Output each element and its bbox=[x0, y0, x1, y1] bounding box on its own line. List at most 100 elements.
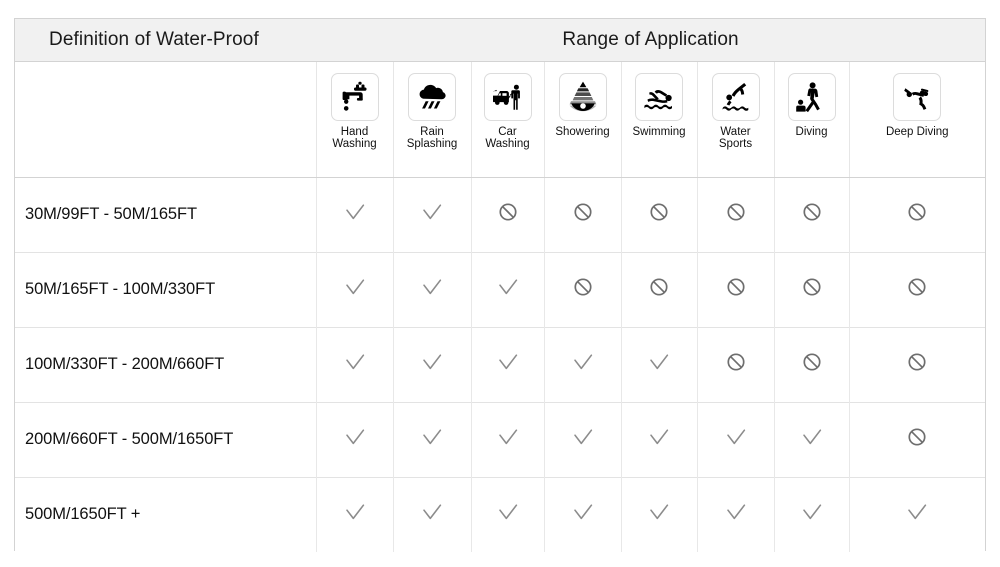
water-proof-table: Definition of Water-Proof Range of Appli… bbox=[15, 19, 986, 552]
check-icon bbox=[342, 424, 368, 450]
prohibited-icon bbox=[725, 201, 747, 223]
car-washing-icon bbox=[483, 72, 532, 121]
cell-rain-splashing bbox=[392, 176, 471, 252]
definition-of-waterproof-title: Definition of Water-Proof bbox=[49, 28, 259, 50]
shower-head-icon bbox=[558, 72, 607, 121]
cell-rain-splashing bbox=[392, 476, 471, 552]
check-icon bbox=[495, 274, 521, 300]
check-icon bbox=[342, 199, 368, 225]
check-icon bbox=[646, 499, 672, 525]
cell-water-sports bbox=[696, 251, 774, 327]
prohibited-icon bbox=[497, 201, 519, 223]
cell-diving bbox=[773, 401, 849, 477]
check-icon bbox=[570, 424, 596, 450]
cell-car-washing bbox=[470, 176, 544, 252]
check-icon bbox=[646, 424, 672, 450]
swimmer-icon bbox=[635, 72, 683, 121]
cell-hand-washing bbox=[315, 251, 393, 327]
table-row: 50M/165FT - 100M/330FT bbox=[15, 251, 986, 327]
row-label-depth-range: 30M/99FT - 50M/165FT bbox=[15, 176, 316, 252]
cell-hand-washing bbox=[315, 476, 393, 552]
cell-water-sports bbox=[696, 176, 774, 252]
check-icon bbox=[342, 274, 368, 300]
check-icon bbox=[495, 424, 521, 450]
prohibited-icon bbox=[572, 276, 594, 298]
check-icon bbox=[904, 499, 930, 525]
water-sports-diving-board-icon bbox=[711, 72, 760, 121]
check-icon bbox=[419, 274, 445, 300]
cell-car-washing bbox=[470, 251, 544, 327]
check-icon bbox=[419, 499, 445, 525]
prohibited-icon bbox=[801, 351, 823, 373]
cell-diving bbox=[773, 176, 849, 252]
check-icon bbox=[495, 499, 521, 525]
prohibited-icon bbox=[906, 351, 928, 373]
column-header-deep-diving: Deep Diving bbox=[848, 61, 986, 178]
column-label-deep-diving: Deep Diving bbox=[885, 125, 949, 138]
prohibited-icon bbox=[572, 201, 594, 223]
prohibited-icon bbox=[801, 276, 823, 298]
column-header-showering: Showering bbox=[543, 61, 621, 178]
cell-showering bbox=[543, 176, 621, 252]
column-label-diving: Diving bbox=[795, 125, 828, 138]
cell-rain-splashing bbox=[392, 326, 471, 402]
definition-title-cell: Definition of Water-Proof bbox=[15, 19, 316, 62]
row-label-depth-range: 100M/330FT - 200M/660FT bbox=[15, 326, 316, 402]
prohibited-icon bbox=[801, 201, 823, 223]
column-header-rain-splashing: Rain Splashing bbox=[392, 61, 471, 178]
check-icon bbox=[799, 424, 825, 450]
cell-swimming bbox=[620, 476, 697, 552]
prohibited-icon bbox=[906, 276, 928, 298]
table-row: 200M/660FT - 500M/1650FT bbox=[15, 401, 986, 477]
check-icon bbox=[723, 499, 749, 525]
activity-icon-header-row: Hand Washing Rain Splashing Car Washing … bbox=[15, 61, 986, 178]
cell-car-washing bbox=[470, 401, 544, 477]
range-title-cell: Range of Application bbox=[316, 19, 986, 62]
check-icon bbox=[342, 499, 368, 525]
table-row: 100M/330FT - 200M/660FT bbox=[15, 326, 986, 402]
cell-swimming bbox=[620, 326, 697, 402]
water-proof-table-container: Definition of Water-Proof Range of Appli… bbox=[14, 18, 986, 552]
cell-water-sports bbox=[696, 476, 774, 552]
column-label-rain-splashing: Rain Splashing bbox=[406, 125, 458, 151]
prohibited-icon bbox=[725, 276, 747, 298]
cell-diving bbox=[773, 251, 849, 327]
cell-hand-washing bbox=[315, 176, 393, 252]
cell-hand-washing bbox=[315, 326, 393, 402]
cell-deep-diving bbox=[848, 326, 986, 402]
cell-deep-diving bbox=[848, 251, 986, 327]
cell-car-washing bbox=[470, 326, 544, 402]
row-label-depth-range: 200M/660FT - 500M/1650FT bbox=[15, 401, 316, 477]
water-resistance-chart: Definition of Water-Proof Range of Appli… bbox=[0, 0, 1000, 567]
cell-showering bbox=[543, 251, 621, 327]
check-icon bbox=[799, 499, 825, 525]
cell-rain-splashing bbox=[392, 251, 471, 327]
prohibited-icon bbox=[725, 351, 747, 373]
cell-hand-washing bbox=[315, 401, 393, 477]
cell-showering bbox=[543, 326, 621, 402]
column-label-swimming: Swimming bbox=[632, 125, 686, 138]
column-header-hand-washing: Hand Washing bbox=[315, 61, 393, 178]
faucet-hand-washing-icon bbox=[330, 72, 379, 121]
cell-showering bbox=[543, 476, 621, 552]
prohibited-icon bbox=[906, 201, 928, 223]
cell-water-sports bbox=[696, 401, 774, 477]
prohibited-icon bbox=[906, 426, 928, 448]
row-label-depth-range: 50M/165FT - 100M/330FT bbox=[15, 251, 316, 327]
cell-deep-diving bbox=[848, 176, 986, 252]
cell-swimming bbox=[620, 176, 697, 252]
table-title-row: Definition of Water-Proof Range of Appli… bbox=[15, 19, 986, 62]
table-row: 500M/1650FT + bbox=[15, 476, 986, 552]
corner-blank-cell bbox=[15, 61, 316, 178]
column-header-car-washing: Car Washing bbox=[470, 61, 544, 178]
check-icon bbox=[646, 349, 672, 375]
row-label-depth-range: 500M/1650FT + bbox=[15, 476, 316, 552]
cell-car-washing bbox=[470, 476, 544, 552]
range-of-application-title: Range of Application bbox=[562, 28, 739, 50]
deep-diving-scuba-icon bbox=[893, 72, 942, 121]
column-label-hand-washing: Hand Washing bbox=[332, 125, 377, 151]
table-row: 30M/99FT - 50M/165FT bbox=[15, 176, 986, 252]
check-icon bbox=[495, 349, 521, 375]
cell-swimming bbox=[620, 401, 697, 477]
column-label-showering: Showering bbox=[555, 125, 610, 138]
